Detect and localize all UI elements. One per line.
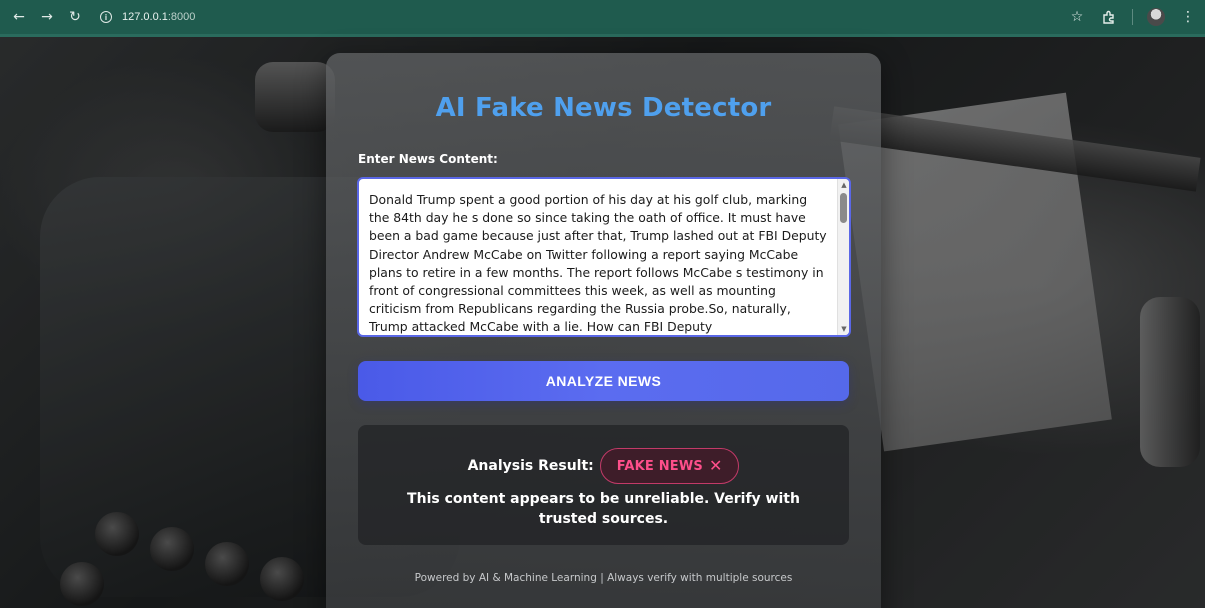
result-line: Analysis Result: FAKE NEWS ✕: [358, 448, 849, 484]
address-bar[interactable]: i 127.0.0.1:8000: [100, 11, 195, 23]
badge-text: FAKE NEWS: [616, 458, 703, 474]
analysis-result-panel: Analysis Result: FAKE NEWS ✕ This conten…: [358, 425, 849, 545]
result-label: Analysis Result:: [467, 458, 594, 474]
close-x-icon: ✕: [708, 456, 723, 475]
toolbar-right-icons: ☆ ⋮: [1068, 8, 1205, 26]
url-host: 127.0.0.1: [122, 11, 168, 23]
profile-avatar-icon[interactable]: [1147, 8, 1165, 26]
news-content-text[interactable]: Donald Trump spent a good portion of his…: [369, 191, 831, 335]
star-icon[interactable]: ☆: [1068, 8, 1086, 26]
textarea-scrollbar[interactable]: ▲ ▼: [837, 179, 849, 335]
footer-note: Powered by AI & Machine Learning | Alway…: [414, 572, 793, 584]
info-icon[interactable]: i: [100, 11, 112, 23]
result-message: This content appears to be unreliable. V…: [407, 491, 800, 527]
page-title: AI Fake News Detector: [435, 93, 772, 123]
detector-card: AI Fake News Detector Enter News Content…: [326, 53, 881, 608]
menu-icon[interactable]: ⋮: [1179, 8, 1197, 26]
back-arrow-icon[interactable]: ←: [8, 6, 30, 28]
scroll-up-arrow-icon[interactable]: ▲: [840, 180, 848, 190]
reload-icon[interactable]: ↻: [64, 6, 86, 28]
analyze-news-button[interactable]: ANALYZE NEWS: [358, 361, 849, 401]
news-content-label: Enter News Content:: [358, 152, 498, 166]
url-port: :8000: [167, 11, 196, 23]
toolbar-separator: [1132, 9, 1133, 25]
forward-arrow-icon[interactable]: →: [36, 6, 58, 28]
fake-news-badge: FAKE NEWS ✕: [599, 448, 740, 484]
scroll-thumb[interactable]: [840, 193, 847, 223]
extensions-icon[interactable]: [1100, 8, 1118, 26]
scroll-down-arrow-icon[interactable]: ▼: [840, 324, 848, 334]
browser-toolbar: ← → ↻ i 127.0.0.1:8000 ☆ ⋮: [0, 0, 1205, 34]
news-content-textarea[interactable]: Donald Trump spent a good portion of his…: [357, 177, 851, 337]
